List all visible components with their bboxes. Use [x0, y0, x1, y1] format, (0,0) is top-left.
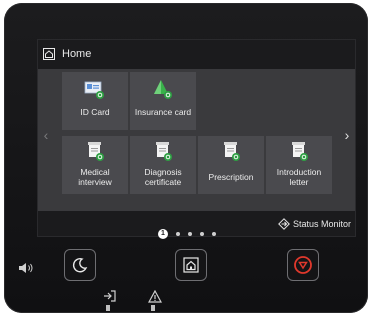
touch-screen: Home ‹ › ID Card Insurance card Medical … [37, 39, 356, 239]
tile-label: Insurance card [134, 107, 192, 117]
id-card-icon [84, 81, 104, 99]
page-indicator: 1 [158, 229, 216, 239]
tile-label: Prescription [208, 172, 254, 182]
app-menu-panel: ‹ › ID Card Insurance card Medical inter… [38, 69, 355, 239]
document-icon [292, 142, 308, 161]
error-led [151, 305, 155, 311]
home-button-icon [183, 257, 199, 273]
document-icon [88, 142, 104, 161]
tile-diagnosis-certificate[interactable]: Diagnosis certificate [130, 136, 196, 194]
error-indicator-icon [148, 290, 162, 303]
home-hardware-button[interactable] [175, 249, 207, 281]
page-dot[interactable] [212, 232, 216, 236]
screen-header: Home [38, 40, 355, 68]
document-icon [156, 142, 172, 161]
tile-introduction-letter[interactable]: Introduction letter [266, 136, 332, 194]
page-dot[interactable] [188, 232, 192, 236]
status-monitor-icon [278, 218, 290, 230]
prev-page-arrow-icon[interactable]: ‹ [40, 127, 52, 143]
tile-label: Medical interview [78, 167, 112, 187]
volume-icon[interactable] [18, 262, 34, 274]
data-indicator-icon [104, 290, 116, 302]
document-icon [224, 142, 240, 161]
tile-label: ID Card [80, 107, 110, 117]
insurance-card-icon [154, 80, 172, 99]
stop-button[interactable] [287, 249, 319, 281]
data-led [106, 305, 110, 311]
page-dot[interactable] [176, 232, 180, 236]
printer-control-panel: Home ‹ › ID Card Insurance card Medical … [4, 3, 368, 313]
energy-saver-icon [72, 258, 88, 273]
tile-id-card[interactable]: ID Card [62, 72, 128, 130]
page-dot-current[interactable]: 1 [158, 229, 168, 239]
home-icon[interactable] [42, 47, 56, 61]
stop-icon [294, 256, 312, 274]
page-title: Home [62, 48, 92, 60]
energy-saver-button[interactable] [64, 249, 96, 281]
tile-insurance-card[interactable]: Insurance card [130, 72, 196, 130]
page-dot[interactable] [200, 232, 204, 236]
next-page-arrow-icon[interactable]: › [341, 127, 353, 143]
status-monitor-label: Status Monitor [292, 219, 351, 229]
tile-medical-interview[interactable]: Medical interview [62, 136, 128, 194]
tile-prescription[interactable]: Prescription [198, 136, 264, 194]
status-monitor-button[interactable]: Status Monitor [278, 216, 351, 232]
tile-label: Diagnosis certificate [144, 167, 182, 187]
tile-label: Introduction letter [276, 167, 322, 187]
